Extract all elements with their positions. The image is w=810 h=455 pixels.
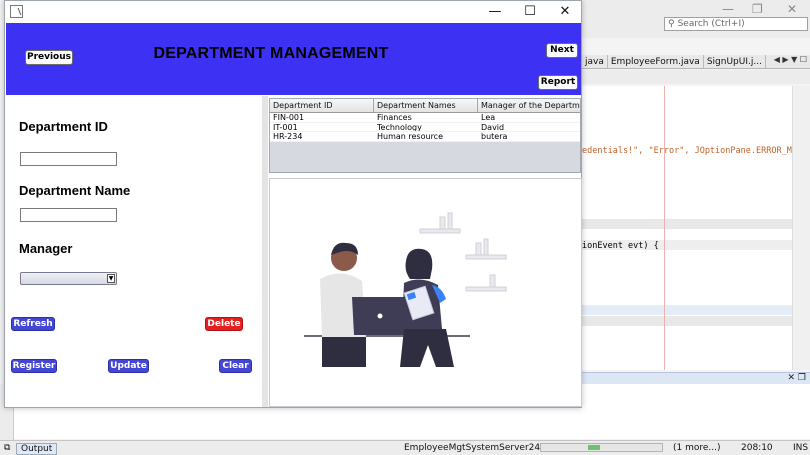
table-row[interactable]: HR-234 Human resource butera	[270, 132, 580, 142]
register-button[interactable]: Register	[11, 359, 57, 373]
run-progress-bar	[540, 443, 663, 452]
ide-tab[interactable]: SignUpUI.j...	[704, 55, 766, 68]
output-window-icon[interactable]: ⧉	[4, 443, 10, 453]
table-row[interactable]: FIN-001 Finances Lea	[270, 113, 580, 123]
form-panel: Department ID Department Name Manager ▼ …	[6, 96, 262, 407]
delete-button[interactable]: Delete	[205, 317, 243, 331]
table-body: FIN-001 Finances Lea IT-001 Technology D…	[270, 113, 580, 142]
table-row[interactable]: IT-001 Technology David	[270, 122, 580, 132]
ide-search-placeholder: Search (Ctrl+I)	[677, 19, 745, 29]
illustration-panel	[269, 178, 582, 407]
output-close-icon[interactable]: ✕ ❐	[788, 373, 806, 383]
department-name-label: Department Name	[19, 183, 131, 198]
manager-label: Manager	[19, 241, 73, 256]
java-app-icon	[10, 5, 23, 18]
maximize-button[interactable]: ☐	[520, 4, 540, 20]
status-insert-mode: INS	[793, 443, 809, 453]
ide-tab[interactable]: EmployeeForm.java	[608, 55, 704, 68]
ide-minimize-icon[interactable]: —	[722, 2, 734, 16]
header-banner: Previous DEPARTMENT MANAGEMENT Next Repo…	[6, 23, 581, 95]
editor-right-margin	[664, 86, 665, 370]
page-title: DEPARTMENT MANAGEMENT	[153, 45, 389, 62]
department-name-field[interactable]	[20, 208, 117, 222]
ide-close-icon[interactable]: ✕	[787, 2, 797, 16]
table-cell: HR-234	[273, 132, 303, 141]
minimize-button[interactable]: —	[485, 4, 505, 20]
split-divider[interactable]	[262, 96, 268, 407]
table-cell: Human resource	[377, 132, 443, 141]
previous-button[interactable]: Previous	[25, 50, 73, 65]
tab-nav-arrows-icon[interactable]: ◀ ▶ ▼ ☐	[774, 55, 807, 64]
search-icon: ⚲	[668, 19, 675, 29]
output-window-bar: ✕ ❐	[582, 372, 810, 384]
department-table: Department ID Department Names Manager o…	[269, 98, 581, 173]
output-tab[interactable]: Output	[16, 443, 58, 455]
column-header[interactable]: Manager of the Department	[478, 99, 580, 113]
ide-search-input[interactable]: ⚲ Search (Ctrl+I)	[664, 17, 808, 31]
ide-editor-tabs: java EmployeeForm.java SignUpUI.j... ◀ ▶…	[582, 55, 810, 69]
ide-restore-icon[interactable]: ❐	[752, 2, 763, 16]
table-cell: IT-001	[273, 122, 298, 131]
table-cell: Finances	[377, 113, 412, 122]
table-cell: Technology	[377, 122, 422, 131]
editor-highlight-row	[582, 305, 792, 315]
code-line: edentials!", "Error", JOptionPane.ERROR_…	[582, 146, 803, 156]
ide-tab[interactable]: java	[582, 55, 608, 68]
department-id-field[interactable]	[20, 152, 117, 166]
editor-highlight-row	[582, 316, 792, 326]
table-cell: butera	[481, 132, 508, 141]
update-button[interactable]: Update	[108, 359, 149, 373]
department-window: — ☐ ✕ Previous DEPARTMENT MANAGEMENT Nex…	[4, 0, 582, 408]
window-titlebar[interactable]: — ☐ ✕	[5, 1, 581, 23]
column-header[interactable]: Department Names	[374, 99, 478, 113]
run-progress-fill	[588, 445, 600, 450]
report-button[interactable]: Report	[538, 75, 578, 90]
close-button[interactable]: ✕	[555, 4, 575, 20]
column-header[interactable]: Department ID	[270, 99, 374, 113]
manager-dropdown[interactable]: ▼	[20, 272, 117, 285]
table-header: Department ID Department Names Manager o…	[270, 99, 580, 113]
table-cell: Lea	[481, 113, 496, 122]
table-cell: FIN-001	[273, 113, 305, 122]
code-line: ionEvent evt) {	[582, 241, 659, 251]
editor-highlight-row	[582, 219, 792, 229]
next-button[interactable]: Next	[546, 43, 578, 58]
status-more-processes[interactable]: (1 more...)	[673, 443, 721, 453]
ide-status-bar: ⧉ Output EmployeeMgtSystemServer24448 (r…	[0, 440, 810, 455]
refresh-button[interactable]: Refresh	[11, 317, 55, 331]
ide-editor-toolbar	[582, 70, 810, 84]
table-cell: David	[481, 122, 505, 131]
editor-scrollbar[interactable]	[792, 86, 810, 370]
department-id-label: Department ID	[19, 119, 108, 134]
team-laptop-illustration	[304, 212, 507, 367]
status-caret-position: 208:10	[741, 443, 773, 453]
chevron-down-icon[interactable]: ▼	[107, 274, 115, 283]
clear-button[interactable]: Clear	[219, 359, 252, 373]
